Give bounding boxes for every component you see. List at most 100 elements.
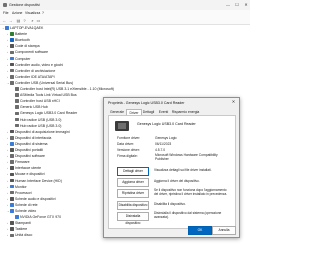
dialog-footer: OK Annulla [104, 226, 239, 235]
device-manager-icon [3, 3, 7, 7]
forward-icon[interactable]: → [8, 18, 13, 23]
display-adapter-icon [15, 215, 19, 219]
monitor-icon[interactable]: ▭ [36, 18, 41, 23]
tree-item-label: Generic USB Hub [20, 105, 48, 110]
tree-item-label: Dispositivi di sistema [15, 141, 48, 146]
tree-item-label: Schede video [15, 209, 37, 213]
audio-icon [10, 196, 14, 201]
back-icon[interactable]: ← [2, 18, 7, 23]
driver-details-description: Visualizza dettagli sui file driver inst… [154, 168, 212, 172]
tree-item-label: ASMedia Tools Link Virtual USB Bus [20, 93, 77, 98]
usb-icon [15, 87, 19, 91]
ok-button[interactable]: OK [188, 226, 212, 235]
tree-item-label: Mouse e dispositivi [15, 172, 45, 177]
cancel-button[interactable]: Annulla [212, 226, 236, 235]
update-driver-description: Aggiorna il driver del dispositivo. [154, 179, 200, 183]
battery-icon [10, 32, 14, 36]
driver-provider-value: Genesys Logic [155, 136, 177, 140]
usb-icon [15, 111, 19, 116]
disk-icon [10, 233, 14, 238]
ide-icon [10, 74, 14, 79]
tree-item-label: Controller USB (Universal Serial Bus) [15, 80, 74, 85]
tree-item-label: Schede di rete [15, 202, 38, 207]
menu-help[interactable]: ? [42, 11, 44, 15]
software-device-icon [10, 154, 14, 158]
driver-version-value: 4.5.7.0 [155, 148, 166, 152]
menu-action[interactable]: Azione [12, 11, 22, 15]
update-driver-button[interactable]: Aggiorna driver [117, 178, 149, 187]
printer-icon [10, 221, 14, 225]
tree-item-label: Stampanti [15, 221, 31, 226]
tree-item-label: Controller host USB xHCI [20, 99, 60, 104]
tree-item-label: Dispositivi di interfaccia [15, 135, 52, 140]
tree-item-label: LAPTOP-EVA1QAEK [10, 26, 44, 30]
roll-back-driver-button[interactable]: Ripristina driver [117, 189, 149, 198]
close-button[interactable]: ✕ [242, 2, 250, 8]
disable-device-button[interactable]: Disabilita dispositivo [117, 201, 149, 210]
tree-item-label: Monitor [15, 184, 27, 189]
driver-panel: Genesys Logic USB3.0 Card Reader Fornito… [108, 115, 236, 229]
processor-icon [10, 190, 14, 195]
menu-view[interactable]: Visualizza [25, 11, 40, 15]
usb-icon [15, 117, 19, 122]
component-icon [10, 50, 14, 55]
bluetooth-icon [10, 38, 14, 42]
computer-icon [10, 56, 14, 61]
dialog-close-button[interactable]: ✕ [230, 99, 237, 105]
tree-item-label: Computer [15, 56, 31, 61]
usb-icon [15, 99, 19, 103]
disable-device-description: Disabilita il dispositivo. [154, 202, 186, 206]
tree-item-label: Controller host Intel(R) USB 3.1 eXtensi… [20, 87, 114, 91]
keyboard-icon [10, 227, 14, 232]
digital-signer-value: Microsoft Windows Hardware Compatibility… [155, 153, 218, 161]
hid-icon [10, 178, 14, 183]
portable-icon [10, 148, 14, 152]
properties-dialog: Proprietà - Genesys Logic USB3.0 Card Re… [103, 97, 240, 238]
monitor-icon [10, 184, 14, 189]
tree-item-label: NVIDIA GeForce GTX 970 [20, 215, 62, 220]
system-icon [10, 142, 14, 146]
maximize-button[interactable]: ☐ [233, 2, 241, 8]
hid-icon [10, 135, 14, 140]
title-bar: Gestione dispositivi — ☐ ✕ [0, 0, 250, 10]
dialog-title: Proprietà - Genesys Logic USB3.0 Card Re… [108, 100, 185, 105]
help-icon[interactable]: ? [22, 18, 27, 23]
uninstall-device-description: Disinstalla il dispositivo dal sistema (… [154, 211, 222, 219]
tree-item-label: Hub radice USB (USB 3.0) [20, 123, 62, 128]
tree-item-label: Batterie [15, 32, 28, 37]
interface-icon [10, 166, 14, 171]
properties-icon[interactable]: ▤ [16, 18, 21, 23]
tree-item-label: Bluetooth [15, 38, 30, 43]
device-manager-window: Gestione dispositivi — ☐ ✕ File Azione V… [0, 0, 250, 259]
device-name: Genesys Logic USB3.0 Card Reader [137, 122, 196, 126]
computer-icon [5, 26, 9, 30]
display-adapter-icon [10, 209, 14, 213]
network-icon [10, 203, 14, 207]
tree-item-label: Controller di archiviazione [15, 68, 56, 73]
menu-file[interactable]: File [3, 11, 8, 15]
tree-item-label: Hub radice USB (USB 3.0) [20, 117, 62, 122]
tree-item-label: Genesys Logic USB3.0 Card Reader [20, 111, 78, 116]
tree-item-label: Dispositivi di acquisizione immagini [15, 129, 70, 134]
uninstall-device-button[interactable]: Disinstalla dispositivo [117, 212, 149, 225]
tree-item-label: Unità disco [15, 233, 33, 238]
tree-item-label: Interfacce utente [15, 166, 42, 171]
toolbar: ← → ▤ ? ⌕ ▭ [0, 16, 250, 25]
tree-item-label: Code di stampa [15, 44, 40, 49]
audio-icon [10, 62, 14, 67]
driver-details-button[interactable]: Dettagli driver [117, 167, 149, 176]
mouse-icon [10, 172, 14, 177]
driver-date-label: Data driver: [117, 142, 135, 146]
tree-item-label: Tastiere [15, 227, 28, 232]
driver-version-label: Versione driver: [117, 148, 140, 152]
firmware-icon [10, 160, 14, 164]
printer-icon [10, 44, 14, 49]
minimize-button[interactable]: — [224, 2, 232, 8]
storage-icon [10, 68, 14, 73]
tree-item-label: Firmware [15, 160, 30, 165]
digital-signer-label: Firma digitale: [117, 154, 138, 158]
tree-item-label: Human Interface Device (HID) [15, 178, 62, 183]
card-reader-icon [115, 121, 129, 131]
scan-hardware-icon[interactable]: ⌕ [30, 18, 35, 23]
tree-item-label: Dispositivi software [15, 154, 45, 159]
